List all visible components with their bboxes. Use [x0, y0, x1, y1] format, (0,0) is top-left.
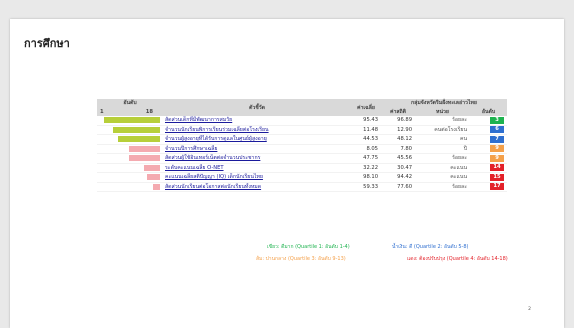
- rank-bar-cell: [97, 144, 163, 154]
- value-cell: 95.43: [363, 117, 378, 124]
- unit-cell: คะแนน: [450, 174, 467, 181]
- rank-cell: 17: [470, 182, 507, 192]
- table-row: คะแนนเฉลี่ยสติปัญญา (IQ) เด็กนักเรียนไทย…: [97, 173, 508, 183]
- rank-bar-cell: [97, 125, 163, 135]
- rank-bar: [153, 183, 160, 190]
- group-rank-header: อันดับ: [470, 107, 508, 116]
- indicator-link[interactable]: สัดส่วนผู้ใช้อินเทอร์เน็ตต่อจำนวนประชากร: [163, 154, 351, 164]
- rank-cell: 6: [470, 125, 507, 135]
- unit-cell: คน: [459, 136, 467, 143]
- rank-bar: [113, 126, 160, 133]
- standard-cell: 48.12: [397, 136, 412, 143]
- rank-cell: 15: [470, 173, 507, 183]
- rank-bar: [143, 164, 160, 171]
- rank-bar-cell: [97, 173, 163, 183]
- table-row: จำนวนผู้สูงอายุที่ได้รับการดูแลในศูนย์ผู…: [97, 135, 508, 145]
- standard-cell: 45.56: [397, 155, 412, 162]
- indicator-link[interactable]: คะแนนเฉลี่ยสติปัญญา (IQ) เด็กนักเรียนไทย: [163, 173, 351, 183]
- rank-bar-cell: [97, 163, 163, 173]
- legend-green: เขียว: ดีมาก (Quartile 1: อันดับ 1-4): [267, 244, 350, 250]
- rank-badge: 9: [490, 145, 505, 153]
- slide-page: การศึกษา อันดับ ตัวชี้วัด ค่าเฉลี่ย กลุ่…: [10, 19, 564, 328]
- value-cell: 8.05: [366, 145, 378, 152]
- unit-cell: คะแนน: [450, 164, 467, 171]
- group-header: กลุ่มจังหวัดริมฝั่งทะเลอ่าวไทย: [381, 99, 508, 107]
- unit-header: หน่วย: [415, 107, 470, 116]
- rank-bar-cell: [97, 154, 163, 164]
- value-cell: 98.10: [363, 174, 378, 181]
- standard-header: ค่าสถิติ: [381, 107, 415, 116]
- table-body: สัดส่วนเด็กที่มีพัฒนาการสมวัย 95.43 96.89 ร…: [97, 116, 508, 192]
- rank-bar-cell: [97, 116, 163, 125]
- rank-bar: [128, 145, 160, 152]
- value-cell: 59.33: [363, 183, 378, 190]
- rank-header: อันดับ: [97, 99, 163, 107]
- rank-cell: 7: [470, 135, 507, 145]
- table-row: ระดับคะแนนเฉลี่ย O-NET 32.22 30.47 คะแนน 14: [97, 163, 508, 173]
- unit-cell: คนต่อโรงเรียน: [434, 126, 467, 133]
- rank-bar-cell: [97, 182, 163, 192]
- rank-scale-low: 1: [100, 108, 104, 115]
- indicator-link[interactable]: จำนวนปีการศึกษาเฉลี่ย: [163, 144, 351, 154]
- standard-cell: 96.89: [397, 117, 412, 124]
- unit-cell: ร้อยละ: [452, 183, 467, 190]
- rank-cell: 3: [470, 116, 507, 125]
- rank-scale-high: 18: [145, 108, 153, 115]
- indicator-link[interactable]: จำนวนนักเรียนพิการเรียนร่วมเฉลี่ยต่อโรงเ…: [163, 125, 351, 135]
- standard-cell: 30.47: [397, 164, 412, 171]
- page-title: การศึกษา: [24, 37, 70, 50]
- rank-badge: 6: [490, 126, 505, 134]
- rank-scale: 1 18: [97, 107, 163, 116]
- rank-cell: 14: [470, 163, 507, 173]
- rank-badge: 3: [490, 116, 505, 124]
- rank-bar: [104, 117, 160, 123]
- indicator-link[interactable]: ระดับคะแนนเฉลี่ย O-NET: [163, 163, 351, 173]
- rank-badge: 9: [490, 154, 505, 162]
- indicator-table: อันดับ ตัวชี้วัด ค่าเฉลี่ย กลุ่มจังหวัดร…: [97, 99, 508, 192]
- rank-badge: 7: [490, 135, 505, 143]
- unit-cell: ร้อยละ: [452, 155, 467, 162]
- standard-cell: 94.42: [397, 174, 412, 181]
- rank-bar: [118, 136, 160, 142]
- page-number: 2: [528, 307, 531, 312]
- standard-cell: 7.80: [400, 145, 412, 152]
- indicator-link[interactable]: สัดส่วนนักเรียนต่อโอกาสต่อนักเรียนทั้งหม…: [163, 182, 351, 192]
- rank-badge: 14: [490, 164, 505, 172]
- unit-cell: ร้อยละ: [452, 117, 467, 124]
- rank-bar: [146, 174, 160, 180]
- value-cell: 11.48: [363, 126, 378, 133]
- table-row: จำนวนนักเรียนพิการเรียนร่วมเฉลี่ยต่อโรงเ…: [97, 125, 508, 135]
- value-cell: 44.53: [363, 136, 378, 143]
- rank-bar: [128, 155, 160, 161]
- unit-cell: ปี: [463, 145, 467, 152]
- standard-cell: 77.60: [397, 183, 412, 190]
- table-row: สัดส่วนเด็กที่มีพัฒนาการสมวัย 95.43 96.89 ร…: [97, 116, 508, 125]
- table-row: สัดส่วนนักเรียนต่อโอกาสต่อนักเรียนทั้งหม…: [97, 182, 508, 192]
- indicator-link[interactable]: จำนวนผู้สูงอายุที่ได้รับการดูแลในศูนย์ผู…: [163, 135, 351, 145]
- legend-red: แดง: ต้องปรับปรุง (Quartile 4: อันดับ 14…: [407, 256, 508, 262]
- rank-badge: 17: [490, 183, 505, 191]
- standard-cell: 12.90: [397, 126, 412, 133]
- legend-orange: ส้ม: ปานกลาง (Quartile 3: อันดับ 9-13): [256, 256, 346, 262]
- rank-cell: 9: [470, 144, 507, 154]
- rank-badge: 15: [490, 173, 505, 181]
- indicator-header: ตัวชี้วัด: [163, 99, 351, 116]
- value-cell: 32.22: [363, 164, 378, 171]
- table-row: จำนวนปีการศึกษาเฉลี่ย 8.05 7.80 ปี 9: [97, 144, 508, 154]
- legend-blue: น้ำเงิน: ดี (Quartile 2: อันดับ 5-8): [392, 244, 469, 250]
- rank-cell: 9: [470, 154, 507, 164]
- value-header: ค่าเฉลี่ย: [351, 99, 381, 116]
- rank-bar-cell: [97, 135, 163, 145]
- table-row: สัดส่วนผู้ใช้อินเทอร์เน็ตต่อจำนวนประชากร…: [97, 154, 508, 164]
- value-cell: 47.75: [363, 155, 378, 162]
- indicator-link[interactable]: สัดส่วนเด็กที่มีพัฒนาการสมวัย: [163, 116, 351, 125]
